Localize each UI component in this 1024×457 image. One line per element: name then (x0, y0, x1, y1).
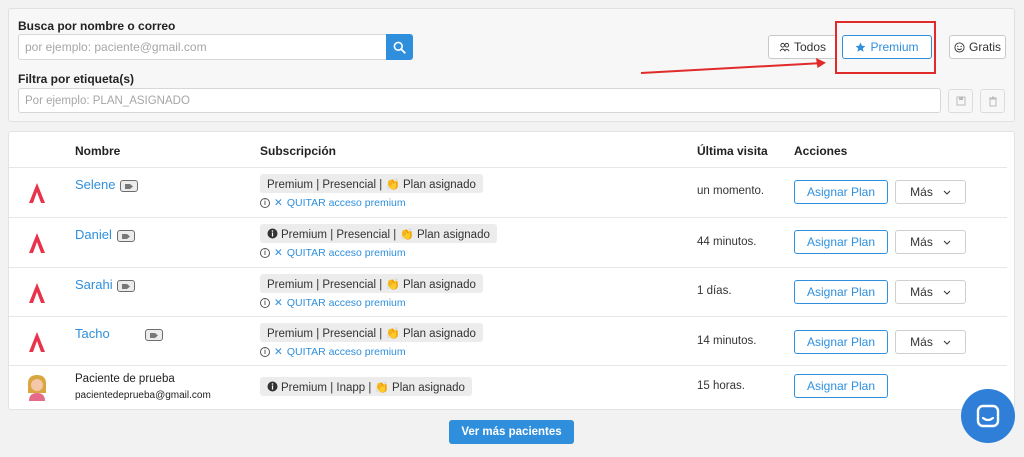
search-button[interactable] (386, 34, 413, 60)
search-box (18, 34, 413, 60)
subscription-text: Premium | Presencial | 👏 Plan asignado (267, 327, 476, 340)
info-icon: i (260, 198, 270, 208)
patient-name-link[interactable]: Tacho (75, 326, 110, 341)
more-dropdown[interactable]: Más (895, 230, 966, 254)
subscription-badge: Premium | Inapp | 👏 Plan asignado (260, 377, 472, 396)
subscription-badge: Premium | Presencial | 👏 Plan asignado (260, 323, 483, 342)
subscription-text: Premium | Presencial | 👏 Plan asignado (267, 178, 476, 191)
filter-gratis-button[interactable]: Gratis (949, 35, 1006, 59)
info-icon: i (260, 347, 270, 357)
quitar-label: QUITAR acceso premium (286, 247, 406, 259)
tag-filter-input[interactable] (18, 88, 941, 113)
chat-icon (976, 404, 1000, 428)
assign-plan-button[interactable]: Asignar Plan (794, 330, 888, 354)
patient-email: pacientedeprueba@gmail.com (75, 390, 211, 401)
more-label: Más (910, 285, 933, 299)
more-dropdown[interactable]: Más (895, 280, 966, 304)
trash-icon (988, 96, 997, 106)
info-filled-icon (267, 228, 278, 239)
patient-name-link[interactable]: Selene (75, 177, 115, 192)
delete-filter-button[interactable] (980, 89, 1005, 113)
subscription-badge: Premium | Presencial | 👏 Plan asignado (260, 224, 497, 243)
subscription-text: Premium | Presencial | 👏 Plan asignado (267, 278, 476, 291)
quitar-premium-link[interactable]: i ✕ QUITAR acceso premium (260, 297, 406, 309)
more-label: Más (910, 235, 933, 249)
patient-name[interactable]: Paciente de prueba (75, 373, 175, 385)
header-acciones: Acciones (794, 144, 848, 158)
patient-name-link[interactable]: Sarahi (75, 277, 113, 292)
quitar-label: QUITAR acceso premium (286, 297, 406, 309)
brand-logo-icon (29, 332, 45, 352)
more-dropdown[interactable]: Más (895, 330, 966, 354)
tag-icon[interactable] (117, 230, 135, 242)
quitar-premium-link[interactable]: i ✕ QUITAR acceso premium (260, 247, 406, 259)
filter-todos-label: Todos (793, 40, 827, 54)
subscription-badge: Premium | Presencial | 👏 Plan asignado (260, 174, 483, 193)
ver-mas-pacientes-button[interactable]: Ver más pacientes (449, 420, 574, 444)
last-visit: 14 minutos. (697, 335, 757, 347)
close-icon: ✕ (274, 297, 283, 309)
avatar (27, 375, 47, 401)
table-row: Daniel Premium | Presencial | 👏 Plan asi… (9, 217, 1007, 267)
highlight-box (835, 21, 936, 74)
close-icon: ✕ (274, 346, 283, 358)
quitar-premium-link[interactable]: i ✕ QUITAR acceso premium (260, 197, 406, 209)
search-input[interactable] (18, 34, 386, 60)
last-visit: 1 días. (697, 285, 732, 297)
quitar-label: QUITAR acceso premium (286, 197, 406, 209)
quitar-label: QUITAR acceso premium (286, 346, 406, 358)
annotation-arrow-icon (640, 58, 826, 74)
info-icon: i (260, 298, 270, 308)
more-dropdown[interactable]: Más (895, 180, 966, 204)
filter-gratis-label: Gratis (968, 40, 1001, 54)
search-label: Busca por nombre o correo (18, 19, 176, 33)
table-row: Tacho Premium | Presencial | 👏 Plan asig… (9, 316, 1007, 366)
chevron-down-icon (943, 240, 951, 245)
brand-logo-icon (29, 233, 45, 253)
subscription-text: Premium | Inapp | 👏 Plan asignado (281, 381, 465, 394)
header-nombre: Nombre (75, 144, 121, 158)
patients-table: Nombre Subscripción Última visita Accion… (8, 131, 1015, 410)
tag-icon[interactable] (117, 280, 135, 292)
search-icon (393, 41, 406, 54)
chevron-down-icon (943, 340, 951, 345)
brand-logo-icon (29, 283, 45, 303)
more-label: Más (910, 185, 933, 199)
brand-logo-icon (29, 183, 45, 203)
header-ultima-visita: Última visita (697, 144, 768, 158)
chevron-down-icon (943, 290, 951, 295)
close-icon: ✕ (274, 247, 283, 259)
info-icon: i (260, 248, 270, 258)
save-icon (956, 96, 965, 106)
assign-plan-button[interactable]: Asignar Plan (794, 230, 888, 254)
last-visit: 44 minutos. (697, 236, 757, 248)
info-filled-icon (267, 381, 278, 392)
smile-icon (954, 41, 965, 53)
header-subscripcion: Subscripción (260, 144, 337, 158)
subscription-badge: Premium | Presencial | 👏 Plan asignado (260, 274, 483, 293)
assign-plan-button[interactable]: Asignar Plan (794, 280, 888, 304)
table-row: Selene Premium | Presencial | 👏 Plan asi… (9, 167, 1007, 217)
last-visit: un momento. (697, 185, 765, 197)
assign-plan-button[interactable]: Asignar Plan (794, 180, 888, 204)
table-row: Paciente de prueba pacientedeprueba@gmai… (9, 365, 1007, 409)
tag-icon[interactable] (145, 329, 163, 341)
more-label: Más (910, 335, 933, 349)
close-icon: ✕ (274, 197, 283, 209)
save-filter-button[interactable] (948, 89, 973, 113)
tag-icon[interactable] (120, 180, 138, 192)
table-row: Sarahi Premium | Presencial | 👏 Plan asi… (9, 267, 1007, 317)
subscription-text: Premium | Presencial | 👏 Plan asignado (281, 228, 490, 241)
assign-plan-button[interactable]: Asignar Plan (794, 374, 888, 398)
chevron-down-icon (943, 190, 951, 195)
chat-launcher-button[interactable] (961, 389, 1015, 443)
tag-filter-label: Filtra por etiqueta(s) (18, 72, 135, 86)
users-icon (779, 42, 790, 51)
patient-name-link[interactable]: Daniel (75, 227, 112, 242)
quitar-premium-link[interactable]: i ✕ QUITAR acceso premium (260, 346, 406, 358)
last-visit: 15 horas. (697, 380, 745, 392)
